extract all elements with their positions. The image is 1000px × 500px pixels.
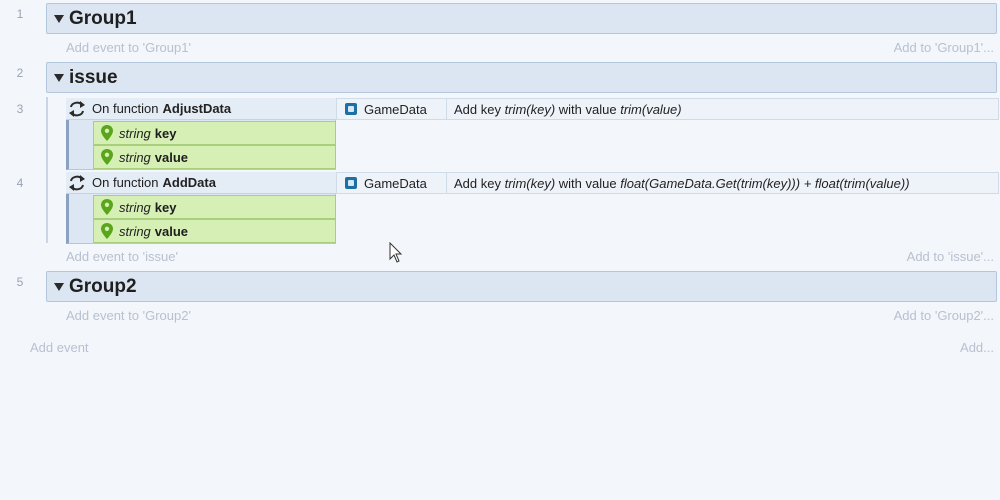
param-type: string [119,125,151,141]
value-expression: float(GameData.Get(trim(key))) + float(t… [620,175,910,191]
parameter-row[interactable]: string value [93,219,336,243]
triangle-down-icon[interactable] [54,14,64,23]
function-name: AdjustData [162,101,232,116]
parameter-row[interactable]: string key [93,121,336,145]
triangle-down-icon[interactable] [54,73,64,82]
add-to-group-link[interactable]: Add to 'Group2'... [894,308,994,323]
param-type: string [119,149,151,165]
group-indent-line [46,97,48,243]
dictionary-icon [345,177,357,189]
condition-row[interactable]: On function AdjustData [66,98,336,120]
key-expression: trim(key) [504,175,556,191]
triangle-down-icon[interactable] [54,282,64,291]
group-title: issue [69,66,118,88]
add-root-link[interactable]: Add... [960,340,994,355]
loop-arrows-icon [69,174,85,191]
map-pin-icon [101,125,113,141]
group-header-group1[interactable]: Group1 [46,3,997,34]
event-block[interactable]: On function AdjustData string key string… [66,98,999,170]
loop-arrows-icon [69,100,85,117]
param-type: string [119,223,151,239]
group-header-issue[interactable]: issue [46,62,997,93]
param-name: key [154,199,177,215]
row-number: 1 [16,7,24,21]
action-middle: with value [558,101,617,117]
row-number: 5 [16,275,24,289]
add-to-group-link[interactable]: Add to 'issue'... [907,249,994,264]
action-row[interactable]: GameData Add key trim(key) with value tr… [336,98,999,120]
dictionary-icon [345,103,357,115]
param-name: value [154,223,189,239]
parameter-row[interactable]: string key [93,195,336,219]
row-number: 4 [16,176,24,190]
param-type: string [119,199,151,215]
param-name: value [154,149,189,165]
action-prefix: Add key [454,101,501,117]
add-event-root-link[interactable]: Add event [30,340,89,355]
map-pin-icon [101,223,113,239]
map-pin-icon [101,149,113,165]
key-expression: trim(key) [504,101,556,117]
action-object[interactable]: GameData [337,173,447,193]
add-event-link[interactable]: Add event to 'Group2' [66,308,191,323]
add-event-link[interactable]: Add event to 'issue' [66,249,178,264]
action-object[interactable]: GameData [337,99,447,119]
add-to-group-link[interactable]: Add to 'Group1'... [894,40,994,55]
mouse-cursor-icon [389,242,403,263]
action-prefix: Add key [454,175,501,191]
object-name: GameData [364,101,427,117]
function-name: AddData [162,175,216,190]
condition-row[interactable]: On function AddData [66,172,336,194]
action-row[interactable]: GameData Add key trim(key) with value fl… [336,172,999,194]
parameter-row[interactable]: string value [93,145,336,169]
group-header-group2[interactable]: Group2 [46,271,997,302]
group-title: Group1 [69,7,137,29]
value-expression: trim(value) [620,101,682,117]
condition-prefix: On function [92,101,159,116]
add-event-link[interactable]: Add event to 'Group1' [66,40,191,55]
param-name: key [154,125,177,141]
event-block[interactable]: On function AddData string key string va… [66,172,999,244]
row-number: 2 [16,66,24,80]
group-title: Group2 [69,275,137,297]
condition-prefix: On function [92,175,159,190]
object-name: GameData [364,175,427,191]
map-pin-icon [101,199,113,215]
row-number: 3 [16,102,24,116]
action-text[interactable]: Add key trim(key) with value float(GameD… [454,176,910,191]
action-text[interactable]: Add key trim(key) with value trim(value) [454,102,682,117]
action-middle: with value [558,175,617,191]
